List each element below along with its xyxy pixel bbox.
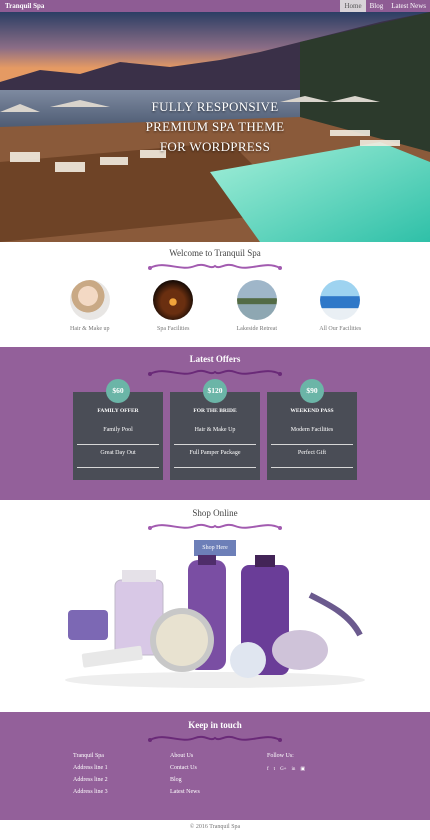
offer-card-weekend[interactable]: $90 WEEKEND PASS Modern Facilities Perfe… — [267, 379, 357, 480]
price-badge: $120 — [203, 379, 227, 403]
offer-item: Hair & Make Up — [174, 422, 256, 445]
spa-facilities-image — [153, 280, 194, 320]
footer-link-contact[interactable]: Contact Us — [170, 762, 267, 774]
offer-card-bride[interactable]: $120 FOR THE BRIDE Hair & Make Up Full P… — [170, 379, 260, 480]
feature-label: All Our Facilities — [319, 326, 362, 332]
main-nav: Home Blog Latest News — [340, 0, 430, 12]
feature-all-facilities[interactable]: All Our Facilities — [305, 280, 375, 332]
footer-title: Keep in touch — [188, 720, 242, 730]
offer-item: Family Pool — [77, 422, 159, 445]
offer-title: FOR THE BRIDE — [193, 408, 237, 414]
offer-item: Great Day Out — [77, 445, 159, 468]
shop-online-section: Shop Online Shop Here — [0, 500, 430, 712]
price-badge: $90 — [300, 379, 324, 403]
hero-banner: FULLY RESPONSIVE PREMIUM SPA THEME FOR W… — [0, 12, 430, 242]
address-line: Address line 2 — [73, 777, 108, 783]
follow-label: Follow Us: — [267, 753, 294, 759]
facebook-icon[interactable]: f — [267, 764, 269, 776]
site-brand[interactable]: Tranquil Spa — [0, 2, 44, 10]
feature-label: Spa Facilities — [157, 326, 190, 332]
footer-address: Tranquil Spa Address line 1 Address line… — [73, 750, 170, 798]
flourish-divider — [148, 263, 282, 270]
nav-home[interactable]: Home — [340, 0, 366, 12]
offer-title: WEEKEND PASS — [290, 408, 334, 414]
offer-item: Full Pamper Package — [174, 445, 256, 468]
offer-item: Perfect Gift — [271, 445, 353, 468]
offer-title: FAMILY OFFER — [97, 408, 139, 414]
footer-link-about[interactable]: About Us — [170, 750, 267, 762]
shop-here-button[interactable]: Shop Here — [194, 540, 236, 556]
feature-label: Hair & Make up — [70, 326, 110, 332]
flourish-divider — [148, 523, 282, 530]
flourish-divider — [148, 735, 282, 742]
hero-heading: FULLY RESPONSIVE PREMIUM SPA THEME FOR W… — [0, 97, 430, 157]
address-line: Address line 1 — [73, 765, 108, 771]
offers-title: Latest Offers — [189, 354, 241, 364]
copyright: © 2016 Tranquil Spa — [189, 824, 241, 830]
feature-hair-makeup[interactable]: Hair & Make up — [55, 280, 125, 332]
twitter-icon[interactable]: t — [274, 764, 275, 776]
youtube-icon[interactable]: ▣ — [300, 764, 305, 776]
linkedin-icon[interactable]: in — [292, 764, 296, 776]
latest-offers-section: Latest Offers $60 FAMILY OFFER Family Po… — [0, 347, 430, 500]
hero-line-3: FOR WORDPRESS — [159, 139, 271, 154]
hero-line-1: FULLY RESPONSIVE — [151, 99, 279, 114]
welcome-section: Welcome to Tranquil Spa Hair & Make up S… — [0, 242, 430, 347]
address-line: Tranquil Spa — [73, 753, 104, 759]
price-badge: $60 — [106, 379, 130, 403]
footer-link-news[interactable]: Latest News — [170, 786, 267, 798]
hair-makeup-image — [69, 280, 110, 320]
footer-links: About Us Contact Us Blog Latest News — [170, 750, 267, 798]
product-image — [65, 555, 365, 688]
footer: Keep in touch Tranquil Spa Address line … — [0, 712, 430, 820]
offer-card-family[interactable]: $60 FAMILY OFFER Family Pool Great Day O… — [73, 379, 163, 480]
footer-link-blog[interactable]: Blog — [170, 774, 267, 786]
nav-blog[interactable]: Blog — [366, 0, 388, 12]
welcome-title: Welcome to Tranquil Spa — [169, 248, 261, 258]
nav-latest-news[interactable]: Latest News — [387, 0, 430, 12]
top-bar: Tranquil Spa Home Blog Latest News — [0, 0, 430, 12]
address-line: Address line 3 — [73, 789, 108, 795]
hero-line-2: PREMIUM SPA THEME — [145, 119, 285, 134]
shop-title: Shop Online — [192, 508, 238, 518]
google-plus-icon[interactable]: G+ — [280, 764, 286, 776]
lakeside-retreat-image — [236, 280, 277, 320]
flourish-divider — [148, 369, 282, 376]
footer-social: Follow Us: f t G+ in ▣ — [267, 750, 364, 798]
all-facilities-image — [320, 280, 361, 320]
feature-label: Lakeside Retreat — [236, 326, 277, 332]
feature-spa-facilities[interactable]: Spa Facilities — [138, 280, 208, 332]
feature-lakeside-retreat[interactable]: Lakeside Retreat — [222, 280, 292, 332]
offer-item: Modern Facilities — [271, 422, 353, 445]
